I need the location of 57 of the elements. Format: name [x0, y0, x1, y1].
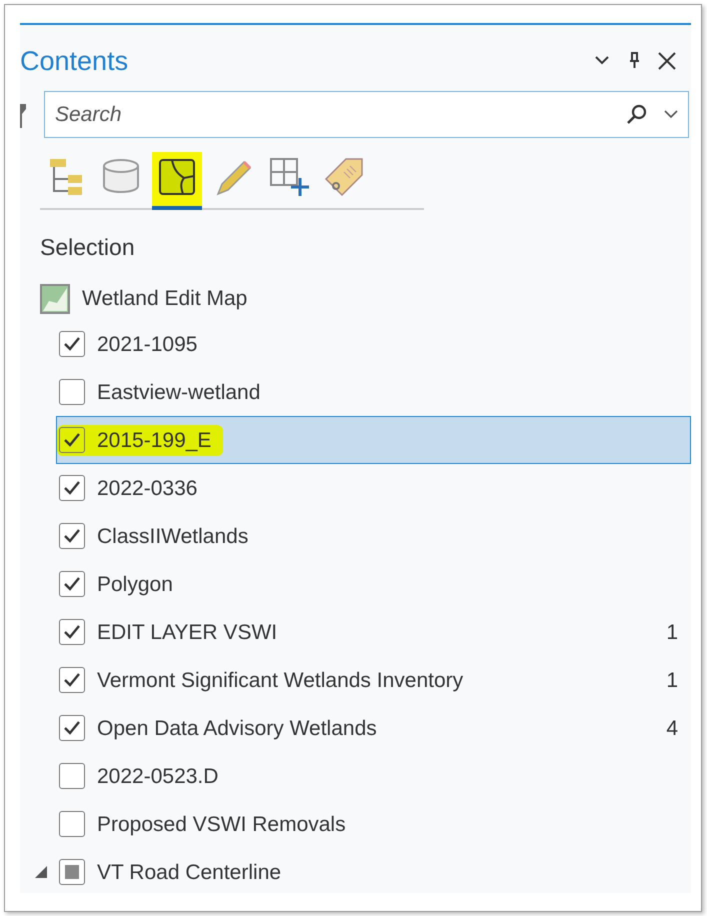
checkmark-icon: [63, 335, 81, 354]
close-icon: [657, 50, 677, 71]
checkmark-icon: [63, 719, 81, 738]
layer-row[interactable]: 2021-1095: [56, 320, 691, 368]
layer-name: Polygon: [97, 572, 173, 598]
checkbox[interactable]: [59, 331, 85, 358]
layer-row[interactable]: EDIT LAYER VSWI 1: [56, 608, 691, 656]
toolbar-tab[interactable]: [152, 152, 202, 210]
pane-title: Contents: [20, 45, 128, 78]
layer-row[interactable]: 2022-0523.D: [56, 752, 691, 800]
layer-row[interactable]: Polygon: [56, 560, 691, 608]
checkmark-icon: [63, 479, 81, 498]
layer-row[interactable]: Eastview-wetland: [56, 368, 691, 416]
checkbox[interactable]: [59, 715, 85, 742]
search-field[interactable]: Search: [44, 91, 689, 138]
layer-name: 2015-199_E: [57, 424, 224, 456]
checkbox[interactable]: [59, 523, 85, 550]
layer-row[interactable]: Proposed VSWI Removals: [56, 800, 691, 848]
checkmark-icon: [63, 623, 81, 642]
map-icon: [40, 284, 70, 314]
checkbox[interactable]: [59, 811, 85, 838]
layer-name: Proposed VSWI Removals: [97, 812, 346, 838]
checkmark-icon: [63, 527, 81, 546]
checkmark-icon: [63, 671, 81, 690]
layer-row[interactable]: Vermont Significant Wetlands Inventory 1: [56, 656, 691, 704]
layer-row[interactable]: 2022-0336: [56, 464, 691, 512]
layer-name: ClassIIWetlands: [97, 524, 248, 550]
layer-name: VT Road Centerline: [97, 860, 282, 886]
checkbox[interactable]: [59, 667, 85, 694]
expand-icon[interactable]: [35, 866, 47, 878]
layer-row[interactable]: ClassIIWetlands: [56, 512, 691, 560]
checkbox[interactable]: [59, 379, 85, 406]
layer-name: EDIT LAYER VSWI: [97, 620, 278, 646]
selection-count: 1: [666, 668, 678, 694]
tag-icon: [324, 156, 366, 198]
checkbox[interactable]: [59, 571, 85, 598]
selection-count: 1: [666, 620, 678, 646]
checkbox[interactable]: [59, 763, 85, 790]
checkmark-icon: [63, 431, 81, 450]
section-title: Selection: [40, 233, 136, 262]
selection-count: 4: [666, 716, 678, 742]
checkbox[interactable]: [59, 475, 85, 502]
layer-name: Vermont Significant Wetlands Inventory: [97, 668, 464, 694]
layer-name: Eastview-wetland: [97, 380, 260, 406]
layer-name: Open Data Advisory Wetlands: [97, 716, 377, 742]
grid-plus-icon: [268, 156, 310, 198]
layer-name: 2022-0523.D: [97, 764, 218, 790]
layer-name: 2022-0336: [97, 476, 198, 502]
layer-row[interactable]: VT Road Centerline: [56, 848, 691, 893]
checkbox[interactable]: [59, 619, 85, 646]
checkbox[interactable]: [59, 859, 85, 886]
layer-row[interactable]: Open Data Advisory Wetlands 4: [56, 704, 691, 752]
map-name[interactable]: Wetland Edit Map: [82, 282, 248, 314]
search-icon[interactable]: [625, 102, 649, 126]
checkmark-icon: [63, 575, 81, 594]
layer-row[interactable]: 2015-199_E: [56, 416, 691, 464]
layer-name: 2021-1095: [97, 332, 198, 358]
